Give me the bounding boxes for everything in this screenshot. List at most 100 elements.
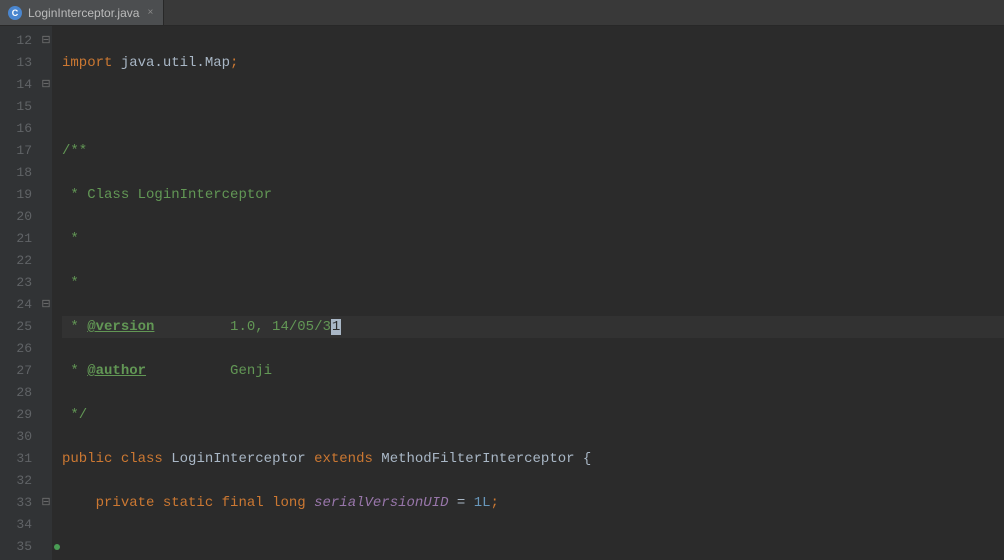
class-name: LoginInterceptor <box>171 451 305 467</box>
java-class-icon: C <box>8 6 22 20</box>
fold-marker <box>40 272 52 294</box>
fold-marker[interactable]: ⊟ <box>40 74 52 96</box>
line-number: 19 <box>0 184 32 206</box>
identifier: MethodFilterInterceptor { <box>381 451 591 467</box>
javadoc-tag: @version <box>87 319 154 335</box>
code-area[interactable]: import java.util.Map; /** * Class LoginI… <box>62 26 1004 560</box>
punct: ; <box>491 495 499 511</box>
vcs-change-marker <box>52 448 62 470</box>
fold-marker <box>40 206 52 228</box>
vcs-change-marker <box>52 470 62 492</box>
vcs-change-marker <box>52 514 62 536</box>
fold-marker <box>40 404 52 426</box>
vcs-change-marker <box>52 140 62 162</box>
fold-marker[interactable]: ⊟ <box>40 492 52 514</box>
vcs-change-marker <box>52 536 62 558</box>
fold-marker <box>40 52 52 74</box>
vcs-change-marker <box>52 294 62 316</box>
line-number: 18 <box>0 162 32 184</box>
field: serialVersionUID <box>314 495 448 511</box>
keyword: static <box>163 495 213 511</box>
line-number: 27 <box>0 360 32 382</box>
javadoc: /** <box>62 143 87 159</box>
identifier: java.util.Map <box>112 55 230 71</box>
line-number: 20 <box>0 206 32 228</box>
javadoc: Class LoginInterceptor <box>87 187 272 203</box>
vcs-change-marker <box>52 206 62 228</box>
fold-marker <box>40 514 52 536</box>
line-number: 35 <box>0 536 32 558</box>
javadoc: * <box>62 363 87 379</box>
vcs-change-marker <box>52 162 62 184</box>
vcs-gutter <box>52 26 62 560</box>
fold-marker <box>40 118 52 140</box>
vcs-change-marker <box>52 250 62 272</box>
fold-marker <box>40 162 52 184</box>
line-number: 15 <box>0 96 32 118</box>
keyword: private <box>96 495 155 511</box>
keyword: public <box>62 451 112 467</box>
fold-marker <box>40 228 52 250</box>
javadoc-tag: @author <box>87 363 146 379</box>
close-icon[interactable]: × <box>145 8 155 18</box>
tab-filename: LoginInterceptor.java <box>28 6 139 20</box>
keyword: extends <box>314 451 373 467</box>
editor-tab-bar: C LoginInterceptor.java × <box>0 0 1004 26</box>
line-number: 17 <box>0 140 32 162</box>
javadoc: * <box>62 187 87 203</box>
vcs-change-marker <box>52 52 62 74</box>
vcs-change-marker <box>52 492 62 514</box>
fold-marker <box>40 338 52 360</box>
line-number-gutter: 1213141516171819202122232425262728293031… <box>0 26 40 560</box>
editor-tab[interactable]: C LoginInterceptor.java × <box>0 0 164 25</box>
line-number: 32 <box>0 470 32 492</box>
fold-marker <box>40 470 52 492</box>
javadoc: * <box>62 231 79 247</box>
fold-marker <box>40 360 52 382</box>
line-number: 26 <box>0 338 32 360</box>
vcs-change-marker <box>52 118 62 140</box>
fold-marker <box>40 184 52 206</box>
fold-marker <box>40 316 52 338</box>
fold-marker <box>40 426 52 448</box>
fold-marker <box>40 96 52 118</box>
line-number: 23 <box>0 272 32 294</box>
line-number: 34 <box>0 514 32 536</box>
fold-marker <box>40 382 52 404</box>
fold-gutter[interactable]: ⊟ ⊟ ⊟ ⊟ <box>40 26 52 560</box>
vcs-change-marker <box>52 96 62 118</box>
vcs-change-marker <box>52 338 62 360</box>
caret: 1 <box>331 319 341 335</box>
vcs-change-marker <box>52 426 62 448</box>
fold-marker <box>40 448 52 470</box>
javadoc: * <box>62 275 79 291</box>
line-number: 29 <box>0 404 32 426</box>
vcs-change-marker <box>52 30 62 52</box>
vcs-change-marker <box>52 360 62 382</box>
line-number: 13 <box>0 52 32 74</box>
line-number: 16 <box>0 118 32 140</box>
keyword: class <box>121 451 163 467</box>
line-number: 31 <box>0 448 32 470</box>
vcs-change-marker <box>52 228 62 250</box>
fold-marker[interactable]: ⊟ <box>40 294 52 316</box>
keyword: long <box>272 495 306 511</box>
fold-marker[interactable]: ⊟ <box>40 30 52 52</box>
fold-marker <box>40 250 52 272</box>
line-number: 21 <box>0 228 32 250</box>
vcs-change-marker <box>52 382 62 404</box>
punct: ; <box>230 55 238 71</box>
line-number: 22 <box>0 250 32 272</box>
vcs-change-marker <box>52 316 62 338</box>
number: 1L <box>474 495 491 511</box>
javadoc: Genji <box>146 363 272 379</box>
javadoc: */ <box>62 407 87 423</box>
line-number: 28 <box>0 382 32 404</box>
code-editor[interactable]: 1213141516171819202122232425262728293031… <box>0 26 1004 560</box>
op: = <box>449 495 474 511</box>
vcs-change-marker <box>52 404 62 426</box>
vcs-change-marker <box>52 74 62 96</box>
fold-marker <box>40 536 52 558</box>
vcs-change-marker <box>52 272 62 294</box>
javadoc: 1.0, 14/05/3 <box>154 319 330 335</box>
